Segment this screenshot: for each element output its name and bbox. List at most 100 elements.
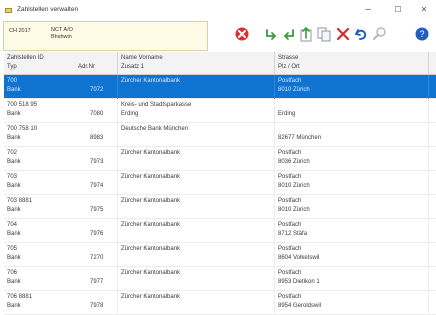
table-row[interactable]: 704 Bank 7976 Zürcher Kantonalbank Postfach 8… (4, 219, 436, 243)
cell-plz-ort: 8953 Dietikon 1 (278, 279, 320, 285)
column-divider (274, 195, 275, 219)
filter-panel[interactable]: CH 2017 NCT A/O Bhshwin (3, 21, 208, 51)
column-divider (274, 267, 275, 291)
cell-plz-ort: Erding (278, 111, 296, 117)
zahlstellen-table: Zahlstellen ID Typ Adr.Nr Name Vorname Z… (4, 52, 436, 315)
cell-typ: Bank (7, 135, 21, 141)
cell-plz-ort: 8954 Geroldswil (278, 303, 322, 309)
cell-plz-ort: 8712 Stäfa (278, 231, 308, 237)
column-divider (117, 99, 118, 123)
col-header-plz-ort[interactable]: Plz / Ort (278, 64, 300, 70)
cell-typ: Bank (7, 159, 21, 165)
column-divider (117, 291, 118, 315)
filter-right-line1: NCT A/O (51, 27, 73, 33)
document-up-icon[interactable] (297, 25, 315, 43)
cell-plz-ort: 82677 München (278, 135, 322, 141)
arrow-left-icon[interactable] (279, 25, 297, 43)
window-title: Zahlstellen verwalten (17, 6, 79, 13)
column-divider (274, 99, 275, 123)
cell-adr-nr: 7974 (90, 183, 104, 189)
cell-typ: Bank (7, 231, 21, 237)
cell-name: Zürcher Kantonalbank (121, 198, 181, 204)
cell-strasse: Postfach (278, 198, 302, 204)
column-divider (117, 195, 118, 219)
cell-name: Zürcher Kantonalbank (121, 222, 181, 228)
cell-adr-nr: 7072 (90, 87, 104, 93)
col-header-zusatz[interactable]: Zusatz 1 (121, 64, 144, 70)
cell-typ: Bank (7, 207, 21, 213)
cell-strasse: Postfach (278, 150, 302, 156)
cell-typ: Bank (7, 279, 21, 285)
column-divider (274, 291, 275, 315)
cell-adr-nr: 7978 (90, 303, 104, 309)
cell-typ: Bank (7, 111, 21, 117)
delete-icon[interactable] (334, 25, 352, 43)
cell-adr-nr: 7973 (90, 159, 104, 165)
cell-strasse: Postfach (278, 246, 302, 252)
cell-zahlstelle-id: 706 8881 (7, 294, 33, 300)
column-divider (117, 219, 118, 243)
search-icon[interactable] (371, 25, 389, 43)
cell-name: Zürcher Kantonalbank (121, 270, 181, 276)
column-divider (117, 243, 118, 267)
filter-left-text: CH 2017 (9, 28, 31, 34)
cell-plz-ort: 8604 Volketswil (278, 255, 320, 261)
column-divider (117, 171, 118, 195)
close-button[interactable]: ✕ (413, 1, 435, 19)
cell-typ: Bank (7, 87, 21, 93)
column-divider (428, 123, 429, 147)
column-divider (428, 219, 429, 243)
table-row[interactable]: 703 8881 Bank 7975 Zürcher Kantonalbank Post… (4, 195, 436, 219)
table-row[interactable]: 700 518 95 Bank 7080 Kreis- und Stadtsparka… (4, 99, 436, 123)
cell-strasse: Postfach (278, 174, 302, 180)
svg-text:?: ? (419, 29, 424, 39)
col-header-zahlstelle-id[interactable]: Zahlstellen ID (7, 55, 44, 61)
cell-typ: Bank (7, 183, 21, 189)
column-divider[interactable] (428, 52, 429, 74)
toolbar: CH 2017 NCT A/O Bhshwin ? (0, 21, 436, 52)
cell-strasse: Postfach (278, 270, 302, 276)
column-divider (274, 75, 275, 99)
column-divider[interactable] (117, 52, 118, 74)
table-row[interactable]: 706 Bank 7977 Zürcher Kantonalbank Postfach 8… (4, 267, 436, 291)
cell-name: Kreis- und Stadtsparkasse (121, 102, 192, 108)
table-row[interactable]: 700 758 10 Bank 8983 Deutsche Bank München 8… (4, 123, 436, 147)
cell-zahlstelle-id: 702 (7, 150, 18, 156)
cell-name: Zürcher Kantonalbank (121, 174, 181, 180)
col-header-typ[interactable]: Typ (7, 64, 17, 70)
table-row[interactable]: 700 Bank 7072 Zürcher Kantonalbank Postfach 8… (4, 75, 436, 99)
table-row[interactable]: 706 8881 Bank 7978 Zürcher Kantonalbank Post… (4, 291, 436, 315)
copy-icon[interactable] (315, 25, 333, 43)
cell-name: Zürcher Kantonalbank (121, 294, 181, 300)
cell-name: Zürcher Kantonalbank (121, 246, 181, 252)
table-row[interactable]: 705 Bank 7270 Zürcher Kantonalbank Postfach 8… (4, 243, 436, 267)
table-row[interactable]: 702 Bank 7973 Zürcher Kantonalbank Postfach 8… (4, 147, 436, 171)
cancel-icon[interactable] (233, 25, 251, 43)
cell-zahlstelle-id: 700 (7, 78, 18, 84)
help-icon[interactable]: ? (413, 25, 431, 43)
column-divider (274, 243, 275, 267)
table-row[interactable]: 703 Bank 7974 Zürcher Kantonalbank Postfach 8… (4, 171, 436, 195)
filter-right-text: NCT A/O Bhshwin (51, 27, 73, 41)
column-divider (428, 171, 429, 195)
table-header: Zahlstellen ID Typ Adr.Nr Name Vorname Z… (4, 52, 436, 75)
cell-strasse: Postfach (278, 78, 302, 84)
cell-zahlstelle-id: 705 (7, 246, 18, 252)
cell-zahlstelle-id: 706 (7, 270, 18, 276)
minimize-button[interactable]: – (357, 1, 379, 19)
cell-zahlstelle-id: 704 (7, 222, 18, 228)
maximize-button[interactable]: ☐ (387, 1, 409, 19)
column-divider (274, 171, 275, 195)
column-divider (117, 75, 118, 99)
cell-plz-ort: 8010 Zürich (278, 207, 310, 213)
col-header-adr-nr[interactable]: Adr.Nr (78, 64, 95, 70)
column-divider (428, 99, 429, 123)
cell-adr-nr: 7977 (90, 279, 104, 285)
undo-icon[interactable] (352, 25, 370, 43)
column-divider (428, 267, 429, 291)
column-divider[interactable] (274, 52, 275, 74)
column-divider (428, 291, 429, 315)
col-header-name[interactable]: Name Vorname (121, 55, 163, 61)
col-header-strasse[interactable]: Strasse (278, 55, 298, 61)
cell-zahlstelle-id: 700 758 10 (7, 126, 38, 132)
